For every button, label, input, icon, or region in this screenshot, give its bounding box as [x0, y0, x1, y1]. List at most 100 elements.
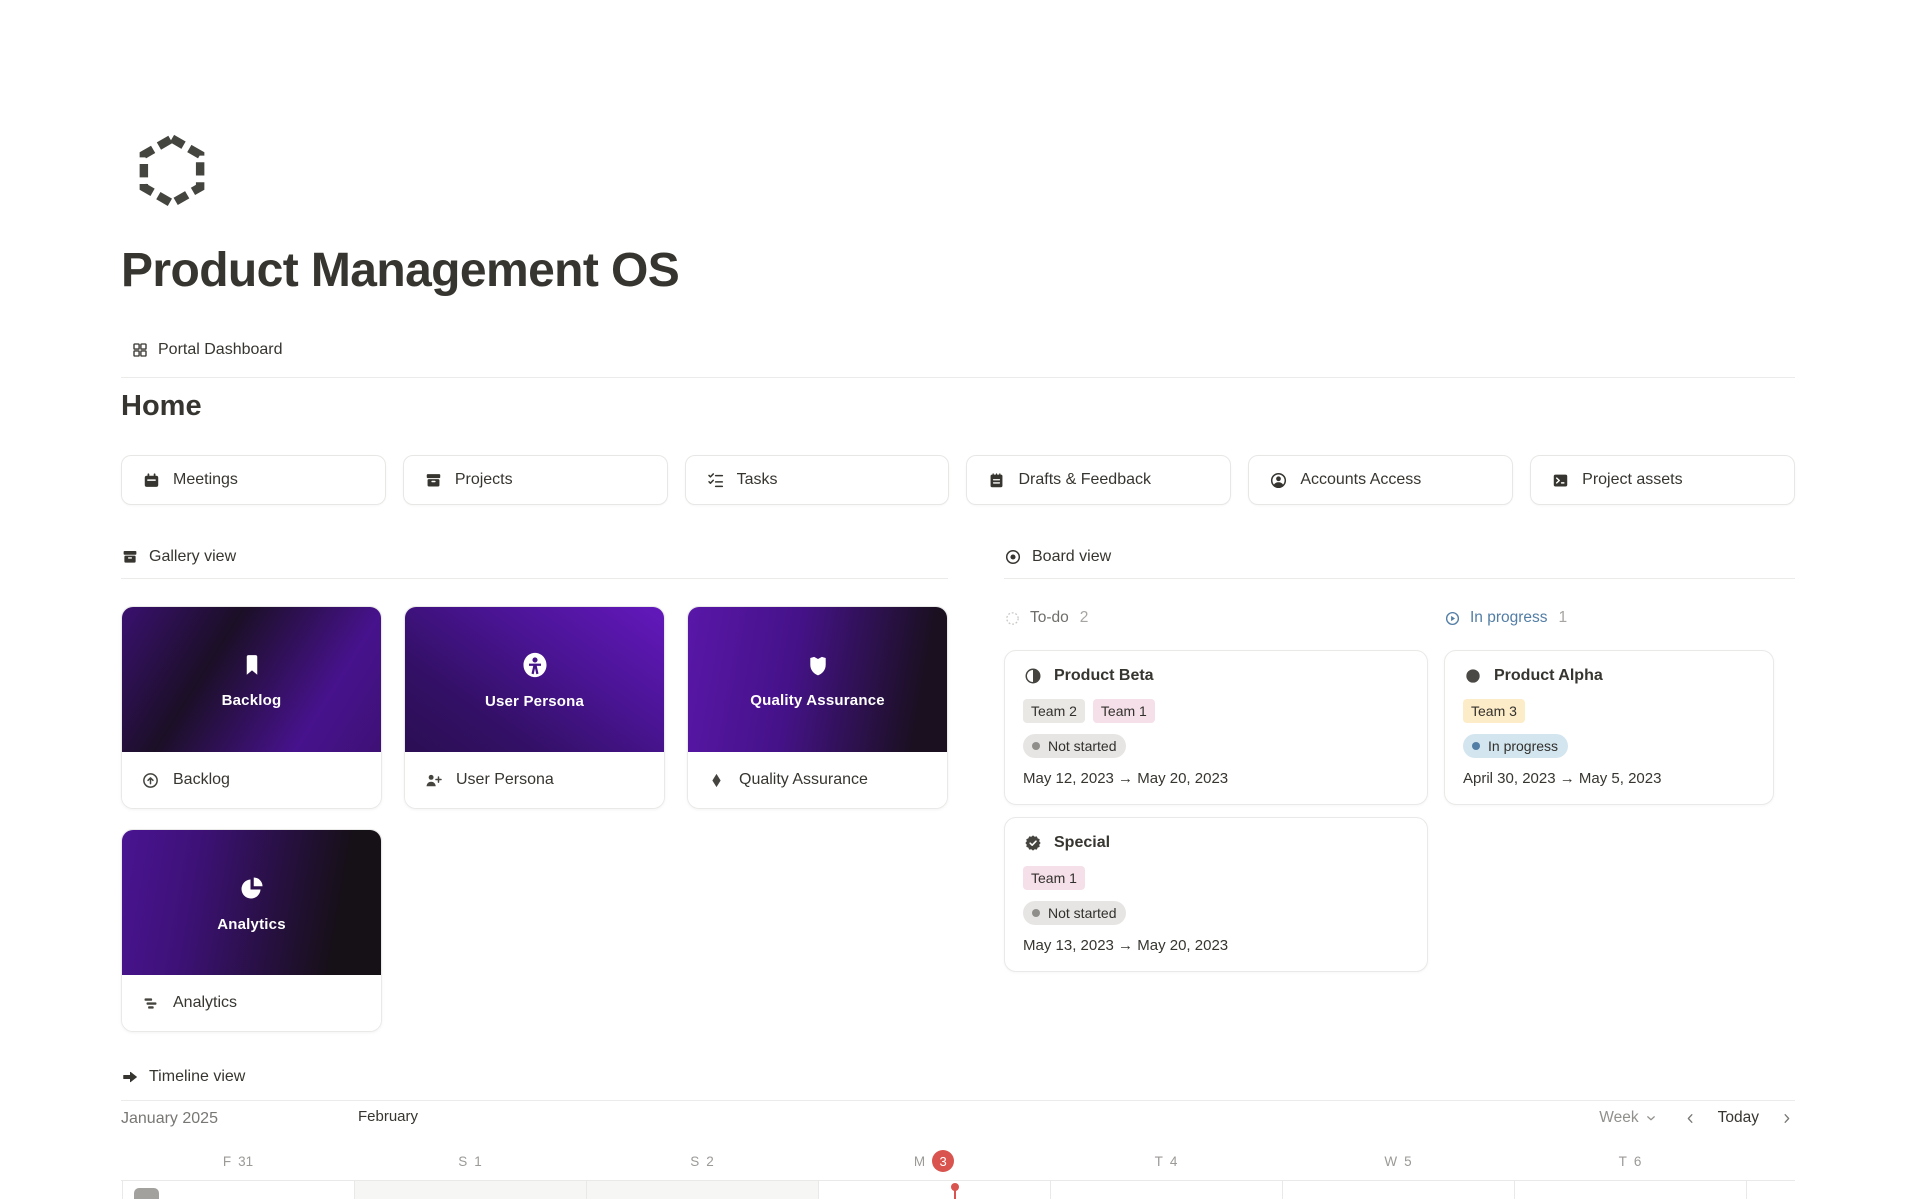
archive-box-icon: [121, 548, 139, 566]
nav-button-label: Project assets: [1582, 471, 1682, 489]
hexagon-dashed-icon: [133, 132, 211, 210]
status-badge: In progress: [1463, 734, 1568, 758]
board-view-section: Board view To-do 2 Product Beta Team 2 T…: [1004, 545, 1795, 579]
accessibility-icon: [520, 650, 550, 680]
vertical-gridline: [1282, 1181, 1283, 1199]
notepad-icon: [987, 471, 1006, 490]
shield-icon: [804, 651, 832, 679]
quick-links-row: Meetings Projects Tasks Drafts & Feedbac…: [121, 455, 1795, 505]
timeline-item-icon: [134, 1188, 159, 1199]
cover-label: Quality Assurance: [750, 692, 885, 709]
gallery-view-toggle[interactable]: Gallery view: [121, 545, 948, 569]
status-dot-icon: [1032, 909, 1040, 917]
card-cover: User Persona: [405, 607, 664, 752]
nav-button-label: Projects: [455, 471, 513, 489]
board-card-product-beta[interactable]: Product Beta Team 2 Team 1 Not started M…: [1004, 650, 1428, 805]
vertical-gridline: [354, 1181, 355, 1199]
calendar-icon: [142, 471, 161, 490]
board-column-in-progress: In progress 1 Product Alpha Team 3 In pr…: [1444, 605, 1774, 817]
vertical-gridline: [1050, 1181, 1051, 1199]
nav-button-projects[interactable]: Projects: [403, 455, 668, 505]
status-dot-icon: [1032, 742, 1040, 750]
timeline-view-section: Timeline view January 2025 February Week…: [121, 1065, 1795, 1199]
status-badge: Not started: [1023, 734, 1126, 758]
zoom-level-dropdown[interactable]: Week: [1599, 1109, 1656, 1127]
cover-label: Backlog: [222, 692, 282, 709]
checklist-icon: [706, 471, 725, 490]
nav-button-label: Drafts & Feedback: [1018, 471, 1151, 489]
day-label: T4: [1050, 1148, 1282, 1174]
nav-button-label: Tasks: [737, 471, 778, 489]
terminal-icon: [1551, 471, 1570, 490]
nav-button-accounts-access[interactable]: Accounts Access: [1248, 455, 1513, 505]
day-label: T6: [1514, 1148, 1746, 1174]
today-badge: 3: [932, 1150, 954, 1172]
tab-portal-dashboard[interactable]: Portal Dashboard: [131, 337, 283, 363]
board-column-header-in-progress[interactable]: In progress 1: [1444, 605, 1774, 631]
gallery-card-quality-assurance[interactable]: Quality Assurance Quality Assurance: [687, 606, 948, 809]
nav-button-meetings[interactable]: Meetings: [121, 455, 386, 505]
cover-label: User Persona: [485, 693, 584, 710]
vertical-gridline: [1746, 1181, 1747, 1199]
card-title: User Persona: [456, 771, 554, 789]
day-label-today: M3: [818, 1148, 1050, 1174]
date-range: May 12, 2023 → May 20, 2023: [1023, 770, 1409, 787]
filled-circle-icon: [1463, 666, 1483, 686]
nav-button-label: Accounts Access: [1300, 471, 1421, 489]
dashed-circle-icon: [1004, 610, 1021, 627]
cover-label: Analytics: [217, 916, 286, 933]
vertical-gridline: [586, 1181, 587, 1199]
divider: [121, 1100, 1795, 1101]
tag: Team 1: [1023, 866, 1085, 890]
card-title: Backlog: [173, 771, 230, 789]
timeline-day-labels: F31 S1 S2 M3 T4 W5 T6: [121, 1148, 1795, 1174]
home-heading: Home: [121, 390, 202, 423]
arrow-right-icon: [121, 1068, 139, 1086]
divider: [121, 578, 948, 579]
gallery-card-user-persona[interactable]: User Persona User Persona: [404, 606, 665, 809]
column-count: 2: [1080, 609, 1089, 627]
submonth-label: February: [358, 1108, 418, 1125]
day-label: S1: [354, 1148, 586, 1174]
board-column-header-todo[interactable]: To-do 2: [1004, 605, 1428, 631]
board-view-toggle[interactable]: Board view: [1004, 545, 1795, 569]
arrow-up-circle-icon: [141, 771, 160, 790]
nav-button-project-assets[interactable]: Project assets: [1530, 455, 1795, 505]
divider: [1004, 578, 1795, 579]
gallery-grid: Backlog Backlog User Persona User Pe: [121, 606, 948, 1032]
card-cover: Analytics: [122, 830, 381, 975]
card-title: Analytics: [173, 994, 237, 1012]
chevron-left-icon[interactable]: [1684, 1112, 1697, 1125]
timeline-view-label: Timeline view: [149, 1068, 245, 1086]
card-title: Product Beta: [1054, 667, 1154, 685]
page-title: Product Management OS: [121, 243, 679, 298]
half-circle-icon: [1023, 666, 1043, 686]
nav-button-tasks[interactable]: Tasks: [685, 455, 950, 505]
gallery-card-analytics[interactable]: Analytics Analytics: [121, 829, 382, 1032]
divider: [121, 377, 1795, 378]
bookmark-icon: [238, 651, 266, 679]
card-cover: Backlog: [122, 607, 381, 752]
vertical-gridline: [122, 1181, 123, 1199]
day-label: W5: [1282, 1148, 1514, 1174]
nav-button-drafts-feedback[interactable]: Drafts & Feedback: [966, 455, 1231, 505]
column-count: 1: [1559, 609, 1568, 627]
breadcrumb-label: Portal Dashboard: [158, 341, 283, 359]
chevron-right-icon[interactable]: [1780, 1112, 1793, 1125]
column-name: To-do: [1030, 609, 1069, 627]
page-icon[interactable]: [133, 132, 211, 210]
month-label: January 2025: [121, 1110, 218, 1128]
archive-box-icon: [424, 471, 443, 490]
vertical-gridline: [1514, 1181, 1515, 1199]
day-label: S2: [586, 1148, 818, 1174]
today-button[interactable]: Today: [1718, 1109, 1759, 1127]
tag: Team 3: [1463, 699, 1525, 723]
timeline-view-toggle[interactable]: Timeline view: [121, 1065, 1795, 1089]
board-card-product-alpha[interactable]: Product Alpha Team 3 In progress April 3…: [1444, 650, 1774, 805]
gallery-card-backlog[interactable]: Backlog Backlog: [121, 606, 382, 809]
board-card-special[interactable]: Special Team 1 Not started May 13, 2023 …: [1004, 817, 1428, 972]
grid-icon: [131, 341, 149, 359]
card-title: Quality Assurance: [739, 771, 868, 789]
tag: Team 1: [1093, 699, 1155, 723]
gallery-view-section: Gallery view Backlog Backlog: [121, 545, 948, 1032]
